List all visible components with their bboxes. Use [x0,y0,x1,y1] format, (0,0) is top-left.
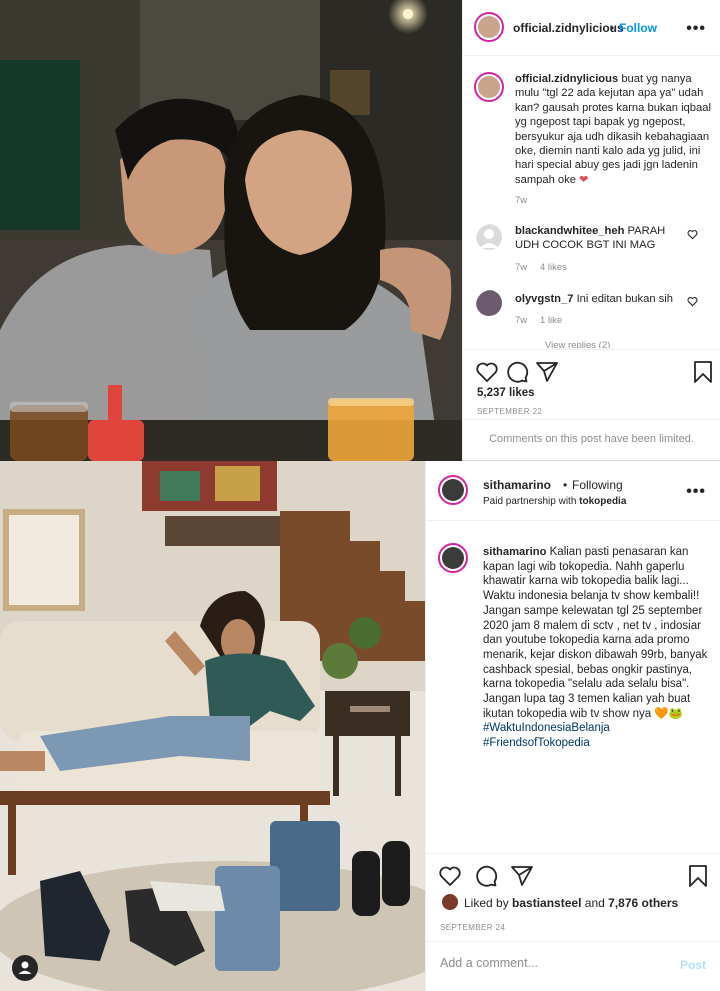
avatar[interactable] [438,543,468,573]
liker-avatar[interactable] [442,894,458,910]
caption-time[interactable]: 7w [515,195,527,206]
view-replies-wrap: View replies (2) [533,340,693,348]
paper-plane-icon[interactable] [510,864,534,888]
liked-by-and: and [584,896,605,910]
paper-plane-icon[interactable] [535,360,559,384]
avatar[interactable] [474,12,504,42]
post-side-panel: official.zidnylicious • Follow ••• offic… [462,0,720,460]
caption-username[interactable]: official.zidnylicious [515,73,618,85]
post-1: official.zidnylicious • Follow ••• offic… [0,0,720,461]
hashtag-link[interactable]: #FriendsofTokopedia [483,736,711,751]
action-bar: 5,237 likes SEPTEMBER 22 Comments on thi… [463,349,720,461]
liked-by-text: Liked by bastiansteel and 7,876 others [464,896,678,910]
comment: olyvgstn_7 Ini editan bukan sih [515,292,675,306]
avatar[interactable] [474,72,504,102]
avatar[interactable] [476,224,506,254]
liked-by-user[interactable]: bastiansteel [512,896,581,910]
following-button[interactable]: Following [572,478,623,492]
caption-text: Waktu indonesia belanja tv show kembali!… [483,590,700,603]
comment-likes[interactable]: 1 like [540,315,562,326]
post-caption: official.zidnylicious buat yg nanya mulu… [515,72,711,187]
bookmark-icon[interactable] [691,360,715,384]
post-header: official.zidnylicious • Follow ••• [463,0,720,56]
liked-by-count[interactable]: 7,876 others [608,896,678,910]
separator-dot: • [610,21,615,35]
bookmark-icon[interactable] [686,864,710,888]
comment-icon[interactable] [505,360,529,384]
avatar[interactable] [476,290,506,320]
heart-emoji: ❤ [579,173,589,186]
caption-username[interactable]: sithamarino [483,546,546,558]
liked-by-prefix: Liked by [464,896,509,910]
post-2: sithamarino • Following Paid partnership… [0,461,720,991]
post-date: SEPTEMBER 24 [440,923,506,932]
emoji: 🧡🐸 [654,707,683,720]
comment-input[interactable] [440,956,670,970]
comment-likes[interactable]: 4 likes [540,262,567,273]
caption-text: buat yg nanya mulu "tgl 22 ada kejutan a… [515,73,711,186]
comment-box: Post [426,941,720,991]
comment-icon[interactable] [474,864,498,888]
more-options-icon[interactable]: ••• [686,483,706,501]
post-header: sithamarino • Following Paid partnership… [426,461,720,521]
post-photo[interactable] [0,461,425,991]
partnership-text: Paid partnership with [483,496,577,507]
couple-photo [0,0,462,461]
username[interactable]: sithamarino [483,478,551,492]
post-caption: sithamarino Kalian pasti penasaran kan k… [483,545,711,751]
caption-text: Jangan sampe kelewatan tgl 25 september … [483,604,708,691]
comment: blackandwhitee_heh PARAH UDH COCOK BGT I… [515,224,675,253]
comment-text: Ini editan bukan sih [576,293,673,305]
avatar[interactable] [438,475,468,505]
comments-limited-notice: Comments on this post have been limited. [463,419,720,462]
heart-icon[interactable] [687,229,698,240]
username[interactable]: official.zidnylicious [513,21,624,35]
hashtag-link[interactable]: #WaktuIndonesiaBelanja [483,721,711,736]
heart-icon[interactable] [475,360,499,384]
living-room-photo [0,461,425,991]
post-side-panel: sithamarino • Following Paid partnership… [425,461,720,991]
heart-icon[interactable] [687,296,698,307]
user-tag-icon [18,961,32,974]
post-date: SEPTEMBER 22 [477,407,543,416]
user-tag-button[interactable] [12,955,38,981]
comment-time: 7w [515,315,528,326]
post-photo[interactable] [0,0,462,461]
paid-partnership-label: Paid partnership with tokopedia [483,496,626,507]
post-comment-button[interactable]: Post [680,958,706,972]
likes-count[interactable]: 5,237 likes [477,387,535,399]
action-bar: Liked by bastiansteel and 7,876 others S… [426,853,720,941]
more-options-icon[interactable]: ••• [686,20,706,38]
heart-icon[interactable] [438,864,462,888]
separator-dot: • [563,478,568,492]
follow-button[interactable]: Follow [619,21,657,35]
partner-link[interactable]: tokopedia [579,496,626,507]
comment-username[interactable]: olyvgstn_7 [515,293,573,305]
view-replies-link[interactable]: View replies (2) [545,340,610,348]
comment-time: 7w [515,262,528,273]
comment-username[interactable]: blackandwhitee_heh [515,225,624,237]
